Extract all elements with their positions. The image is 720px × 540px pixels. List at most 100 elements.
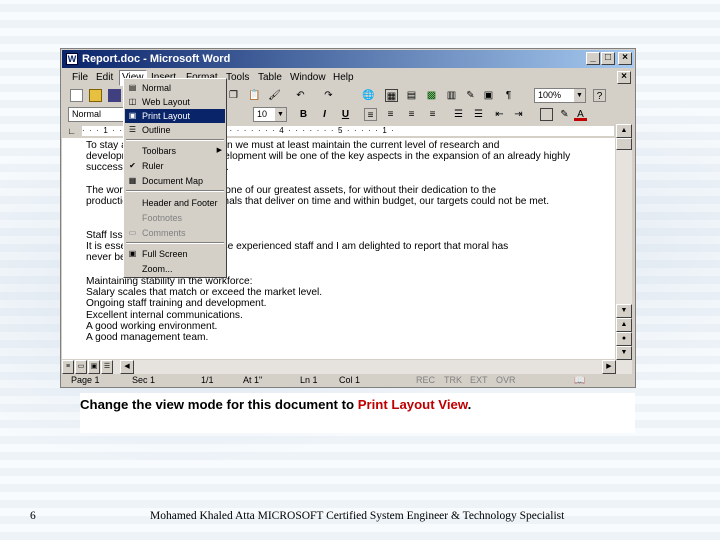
new-document-icon[interactable] [70,89,83,102]
title-bar[interactable]: W Report.doc - Microsoft Word _ □ × [62,50,634,68]
font-color-icon[interactable]: A [574,108,587,121]
outline-view-button[interactable]: ☰ [101,360,113,374]
increase-indent-icon[interactable]: ⇥ [512,108,525,121]
status-ext[interactable]: EXT [470,374,488,387]
word-app-icon[interactable]: W [66,53,78,65]
menu-item-label: Full Screen [142,249,188,259]
menu-item-label: Print Layout [142,111,191,121]
checkmark-icon: ✔ [129,161,136,170]
style-combo[interactable]: Normal [68,107,124,122]
border-icon[interactable] [540,108,553,121]
bold-button[interactable]: B [297,108,310,121]
status-line: Ln 1 [300,375,318,385]
window-title: Report.doc - Microsoft Word [82,53,231,65]
spelling-status-icon[interactable]: 📖 [574,374,585,387]
menu-item-label: Toolbars [142,146,177,156]
menu-tools[interactable]: Tools [226,69,249,86]
decrease-indent-icon[interactable]: ⇤ [493,108,506,121]
menu-item-full-screen[interactable]: ▣ Full Screen [125,247,225,261]
maximize-button[interactable]: □ [601,52,615,65]
previous-page-icon[interactable]: ▲ [616,318,632,332]
print-layout-icon: ▣ [128,111,137,120]
status-rec[interactable]: REC [416,374,435,387]
horizontal-scrollbar[interactable]: ≡ ▭ ▣ ☰ ◀ ▶ [62,360,632,374]
menu-item-label: Document Map [142,176,204,186]
menu-separator [126,139,224,141]
menu-item-normal[interactable]: ▤ Normal [125,81,225,95]
font-size-value: 10 [257,109,268,119]
menu-window[interactable]: Window [290,69,326,86]
paste-icon[interactable]: 📋 [248,89,261,102]
status-trk[interactable]: TRK [444,374,462,387]
normal-view-button[interactable]: ≡ [62,360,74,374]
show-hide-icon[interactable]: ¶ [502,89,515,102]
next-page-icon[interactable]: ▼ [616,346,632,360]
menu-item-footnotes: Footnotes [125,211,225,225]
zoom-combo[interactable]: 100% ▼ [534,88,586,103]
drawing-icon[interactable]: ✎ [464,89,477,102]
menu-item-zoom[interactable]: Zoom... [125,262,225,276]
numbering-icon[interactable]: ☰ [452,108,465,121]
minimize-button[interactable]: _ [586,52,600,65]
menu-edit[interactable]: Edit [96,69,113,86]
menu-item-web-layout[interactable]: ◫ Web Layout [125,95,225,109]
copy-icon[interactable]: ❐ [227,89,240,102]
status-bar: Page 1 Sec 1 1/1 At 1" Ln 1 Col 1 REC TR… [62,374,634,387]
menu-table[interactable]: Table [258,69,282,86]
redo-icon[interactable]: ↷ [322,89,335,102]
tables-borders-icon[interactable]: ▦ [385,89,398,102]
status-pages: 1/1 [201,375,214,385]
close-button[interactable]: × [618,52,632,65]
doc-line: Salary scales that match or exceed the m… [86,287,323,298]
menu-item-toolbars[interactable]: Toolbars ▶ [125,144,225,158]
menu-help[interactable]: Help [333,69,354,86]
zoom-value: 100% [538,90,562,100]
status-ovr[interactable]: OVR [496,374,516,387]
menu-item-outline[interactable]: ☰ Outline [125,123,225,137]
scroll-down-icon[interactable]: ▼ [616,304,632,318]
align-left-icon[interactable]: ≡ [364,108,377,121]
font-size-combo[interactable]: 10 ▼ [253,107,287,122]
insert-excel-icon[interactable]: ▩ [425,89,438,102]
save-icon[interactable] [108,89,121,102]
underline-button[interactable]: U [339,108,352,121]
caption-end: . [467,397,472,412]
insert-table-icon[interactable]: ▤ [405,89,418,102]
web-view-button[interactable]: ▭ [75,360,87,374]
menu-file[interactable]: File [72,69,88,86]
scroll-up-icon[interactable]: ▲ [616,124,632,138]
menu-item-document-map[interactable]: ▦ Document Map [125,174,225,188]
undo-icon[interactable]: ↶ [294,89,307,102]
bullets-icon[interactable]: ☰ [472,108,485,121]
vertical-scrollbar[interactable]: ▲ ▼ ▲ ● ▼ [616,124,632,360]
tab-selector-icon[interactable]: ∟ [65,125,78,138]
scroll-thumb[interactable] [616,138,632,150]
footer-credit: Mohamed Khaled Atta MICROSOFT Certified … [150,510,565,522]
menu-item-label: Header and Footer [142,198,218,208]
close-document-button[interactable]: × [617,71,631,84]
hyperlink-icon[interactable]: 🌐 [362,89,375,102]
doc-line: A good working environment. [86,321,218,332]
help-button[interactable]: ? [593,89,606,102]
comments-icon: ▭ [128,228,137,237]
columns-icon[interactable]: ▥ [445,89,458,102]
format-painter-icon[interactable]: 🖌 [268,89,281,102]
menu-item-label: Web Layout [142,97,190,107]
document-map-toolbar-icon[interactable]: ▣ [482,89,495,102]
justify-icon[interactable]: ≡ [426,108,439,121]
status-at: At 1" [243,375,263,385]
print-view-button[interactable]: ▣ [88,360,100,374]
menu-item-print-layout[interactable]: ▣ Print Layout [125,109,225,123]
align-center-icon[interactable]: ≡ [384,108,397,121]
select-browse-object-icon[interactable]: ● [616,332,632,346]
menu-item-ruler[interactable]: ✔ Ruler [125,159,225,173]
open-folder-icon[interactable] [89,89,102,102]
menu-item-header-footer[interactable]: Header and Footer [125,196,225,210]
highlight-icon[interactable]: ✎ [558,108,571,121]
italic-button[interactable]: I [318,108,331,121]
align-right-icon[interactable]: ≡ [405,108,418,121]
menu-item-label: Comments [142,228,186,238]
scroll-right-icon[interactable]: ▶ [602,360,616,374]
scroll-left-icon[interactable]: ◀ [120,360,134,374]
menu-item-label: Zoom... [142,264,173,274]
